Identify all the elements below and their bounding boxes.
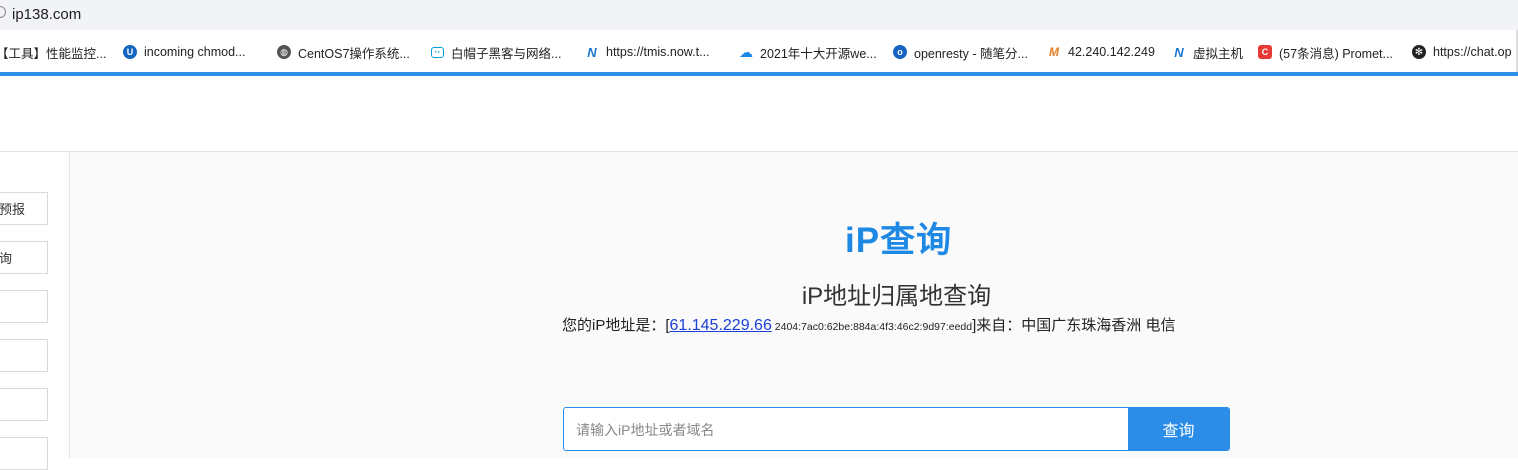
bookmark-label: incoming chmod...: [144, 45, 246, 59]
n-logo-icon: N: [585, 45, 599, 60]
search-button[interactable]: 查询: [1128, 408, 1229, 450]
bookmark-label: 白帽子黑客与网络...: [451, 46, 562, 61]
sidebar-item[interactable]: [0, 437, 48, 470]
bookmarks-bar: 【工具】性能监控... U incoming chmod... ◍ CentOS…: [0, 30, 1518, 72]
sidebar-item-label: 预报: [0, 202, 26, 217]
cloud-icon: ☁: [739, 43, 753, 60]
sidebar-item[interactable]: 询: [0, 241, 48, 274]
bookmark-item[interactable]: o openresty - 随笔分...: [893, 43, 1028, 61]
globe-icon: ◍: [277, 45, 291, 59]
bookmark-label: 【工具】性能监控...: [0, 46, 107, 61]
site-header: [0, 76, 1518, 152]
n-logo-icon: N: [1172, 45, 1186, 60]
sidebar-item[interactable]: 预报: [0, 192, 48, 225]
bilibili-icon: ··: [431, 46, 444, 58]
c-logo-icon: C: [1258, 45, 1272, 59]
u-logo-icon: U: [123, 45, 137, 59]
bookmark-label: (57条消息) Promet...: [1279, 46, 1393, 61]
bookmark-item[interactable]: ◍ CentOS7操作系统...: [277, 43, 410, 61]
bookmark-item[interactable]: N 虚拟主机: [1172, 43, 1243, 61]
bookmark-item[interactable]: 【工具】性能监控...: [0, 43, 106, 61]
page-title: iP地址归属地查询: [801, 283, 992, 310]
ip-info-line: 您的iP地址是：[61.145.229.66 2404:7ac0:62be:88…: [562, 314, 1175, 335]
bookmark-item[interactable]: ☁ 2021年十大开源we...: [739, 43, 877, 61]
bookmark-label: 虚拟主机: [1193, 46, 1244, 61]
m-logo-icon: M: [1047, 45, 1061, 59]
sidebar-item[interactable]: [0, 339, 48, 372]
bookmark-label: openresty - 随笔分...: [914, 46, 1028, 61]
bookmark-label: https://tmis.now.t...: [606, 45, 710, 59]
o-logo-icon: o: [893, 45, 907, 59]
bookmark-item[interactable]: M 42.240.142.249: [1047, 43, 1155, 61]
bookmark-item[interactable]: ✻ https://chat.op: [1412, 43, 1512, 61]
address-bar[interactable]: ip138.com: [0, 0, 1518, 30]
bookmark-item[interactable]: C (57条消息) Promet...: [1258, 43, 1393, 61]
search-box: 查询: [563, 407, 1230, 451]
search-input[interactable]: [564, 408, 1143, 450]
site-info-icon[interactable]: [0, 6, 6, 18]
bookmark-label: 2021年十大开源we...: [760, 46, 877, 61]
bookmark-label: CentOS7操作系统...: [298, 46, 410, 61]
ip-prefix: 您的iP地址是：[: [562, 317, 670, 334]
bookmark-label: 42.240.142.249: [1068, 45, 1155, 59]
ipv4-link[interactable]: 61.145.229.66: [670, 317, 772, 334]
site-logo[interactable]: iP查询: [845, 212, 952, 263]
bookmark-item[interactable]: U incoming chmod...: [123, 43, 245, 61]
bookmark-item[interactable]: ·· 白帽子黑客与网络...: [431, 43, 561, 61]
ip-location: ]来自：中国广东珠海香洲 电信: [972, 317, 1176, 334]
sidebar-item-label: 询: [0, 251, 13, 266]
bookmark-label: https://chat.op: [1433, 45, 1512, 59]
url-text[interactable]: ip138.com: [12, 6, 81, 23]
sidebar-item[interactable]: [0, 388, 48, 421]
openai-icon: ✻: [1412, 45, 1426, 59]
bookmark-item[interactable]: N https://tmis.now.t...: [585, 43, 710, 61]
ipv6-address: 2404:7ac0:62be:884a:4f3:46c2:9d97:eedd: [771, 321, 973, 333]
